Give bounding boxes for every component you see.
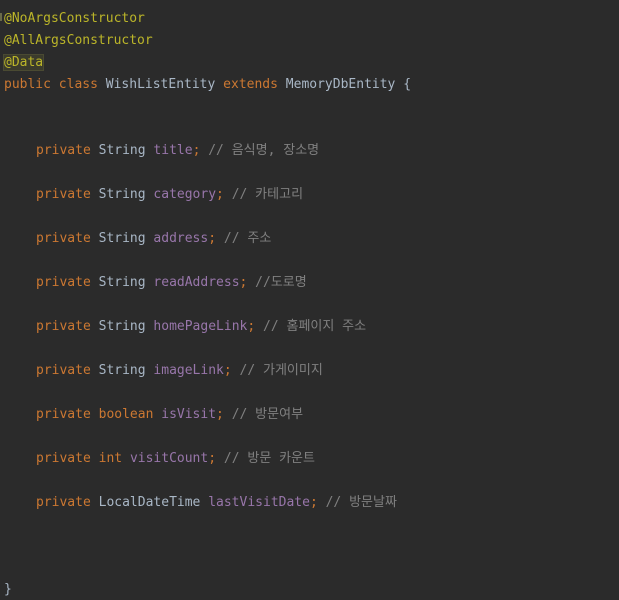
field-declaration: private String title; // 음식명, 장소명 <box>4 142 319 160</box>
field-declaration: private int visitCount; // 방문 카운트 <box>4 450 315 468</box>
field-modifier: private <box>36 407 91 422</box>
field-type: String <box>98 187 146 202</box>
field-comment: // 카테고리 <box>231 187 304 202</box>
semicolon: ; <box>216 407 224 422</box>
semicolon: ; <box>208 451 217 466</box>
field-comment: // 음식명, 장소명 <box>208 143 320 158</box>
field-modifier: private <box>36 319 91 334</box>
field-declaration: private LocalDateTime lastVisitDate; // … <box>4 494 397 512</box>
field-type: String <box>98 143 146 158</box>
keyword-extends: extends <box>223 77 278 92</box>
field-comment: // 방문 카운트 <box>223 451 315 466</box>
field-name: visitCount <box>129 451 209 466</box>
field-declaration: private String imageLink; // 가게이미지 <box>4 362 323 380</box>
field-modifier: private <box>36 275 91 290</box>
keyword-class: class <box>58 77 98 92</box>
field-declaration: private String address; // 주소 <box>4 230 271 248</box>
field-name: homePageLink <box>153 319 248 334</box>
field-type: String <box>98 231 146 246</box>
field-name: imageLink <box>153 363 224 378</box>
class-name: WishListEntity <box>105 77 216 92</box>
field-type: String <box>98 275 146 290</box>
code-editor[interactable]: @NoArgsConstructor @AllArgsConstructor @… <box>0 0 619 600</box>
semicolon: ; <box>223 363 232 378</box>
field-name: isVisit <box>161 407 217 422</box>
semicolon: ; <box>216 187 224 202</box>
parent-class-name: MemoryDbEntity <box>285 77 396 92</box>
semicolon: ; <box>239 275 248 290</box>
field-modifier: private <box>36 187 91 202</box>
class-open-brace: { <box>403 77 412 92</box>
field-modifier: private <box>36 231 91 246</box>
gutter-marker <box>0 13 2 21</box>
field-comment: //도로명 <box>255 275 307 290</box>
field-declaration: private String category; // 카테고리 <box>4 186 303 204</box>
field-comment: // 주소 <box>223 231 272 246</box>
field-type: LocalDateTime <box>98 495 201 510</box>
field-name: title <box>153 143 193 158</box>
field-type: String <box>98 363 146 378</box>
field-declaration: private String readAddress; //도로명 <box>4 274 307 292</box>
semicolon: ; <box>309 495 318 510</box>
field-comment: // 가게이미지 <box>239 363 323 378</box>
field-comment: // 홈페이지 주소 <box>263 319 367 334</box>
class-close-brace: } <box>4 582 12 597</box>
annotation-data-line: @Data <box>2 54 45 72</box>
class-declaration: public class WishListEntity extends Memo… <box>4 76 411 94</box>
field-type: boolean <box>98 407 154 422</box>
field-name: readAddress <box>153 275 240 290</box>
semicolon: ; <box>247 319 256 334</box>
annotation-no-args-constructor: @NoArgsConstructor <box>4 11 145 26</box>
field-name: lastVisitDate <box>208 495 310 510</box>
field-name: address <box>153 231 209 246</box>
field-comment: // 방문여부 <box>231 407 304 422</box>
keyword-public: public <box>4 77 51 92</box>
field-comment: // 방문날짜 <box>325 495 397 510</box>
field-modifier: private <box>36 143 91 158</box>
field-modifier: private <box>36 363 91 378</box>
annotation-all-args-constructor: @AllArgsConstructor <box>4 33 153 48</box>
field-type: String <box>98 319 146 334</box>
field-declaration: private boolean isVisit; // 방문여부 <box>4 406 303 424</box>
field-type: int <box>98 451 123 466</box>
annotation-data: @Data <box>2 54 45 71</box>
field-modifier: private <box>36 495 91 510</box>
semicolon: ; <box>208 231 217 246</box>
field-name: category <box>153 187 217 202</box>
field-modifier: private <box>36 451 91 466</box>
field-declaration: private String homePageLink; // 홈페이지 주소 <box>4 318 366 336</box>
semicolon: ; <box>192 143 201 158</box>
